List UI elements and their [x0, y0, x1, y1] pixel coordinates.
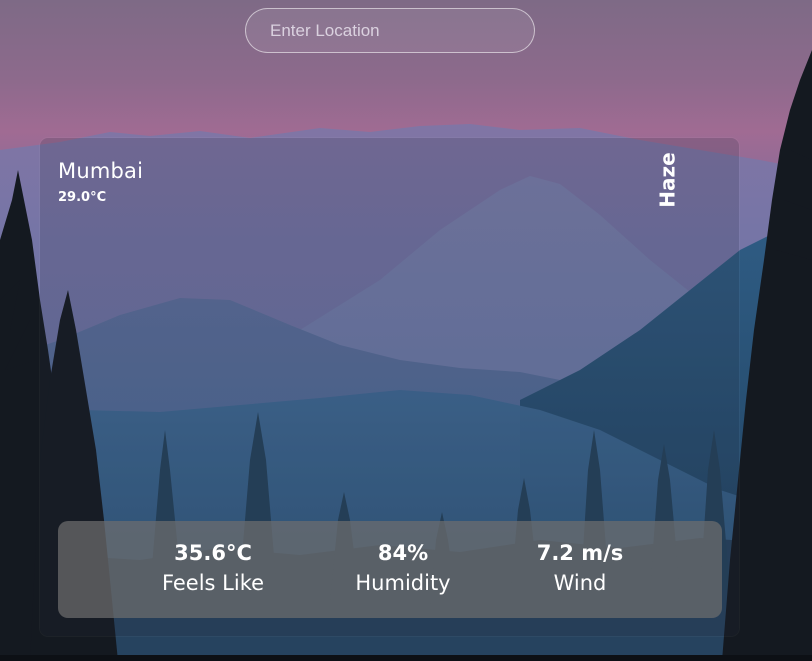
location-search[interactable] [245, 8, 535, 53]
feels-like-label: Feels Like [161, 571, 265, 595]
current-temperature: 29.0°C [58, 190, 107, 205]
stat-feels-like: 35.6°C Feels Like [133, 539, 293, 599]
humidity-value: 84% [377, 541, 429, 565]
weather-stats-panel: 35.6°C Feels Like 84% Humidity 7.2 m/s W… [58, 521, 722, 618]
stat-humidity: 84% Humidity [323, 539, 483, 599]
city-name: Mumbai [58, 159, 144, 183]
weather-condition-label: Haze [656, 152, 681, 208]
wind-value: 7.2 m/s [536, 541, 624, 565]
weather-condition: Haze [653, 150, 683, 210]
feels-like-value: 35.6°C [174, 541, 252, 565]
wind-label: Wind [553, 571, 607, 595]
location-search-input[interactable] [246, 9, 534, 52]
humidity-label: Humidity [355, 571, 451, 595]
weather-card: Mumbai 29.0°C Haze 35.6°C Feels Like 84%… [40, 138, 739, 636]
stat-wind: 7.2 m/s Wind [500, 539, 660, 599]
